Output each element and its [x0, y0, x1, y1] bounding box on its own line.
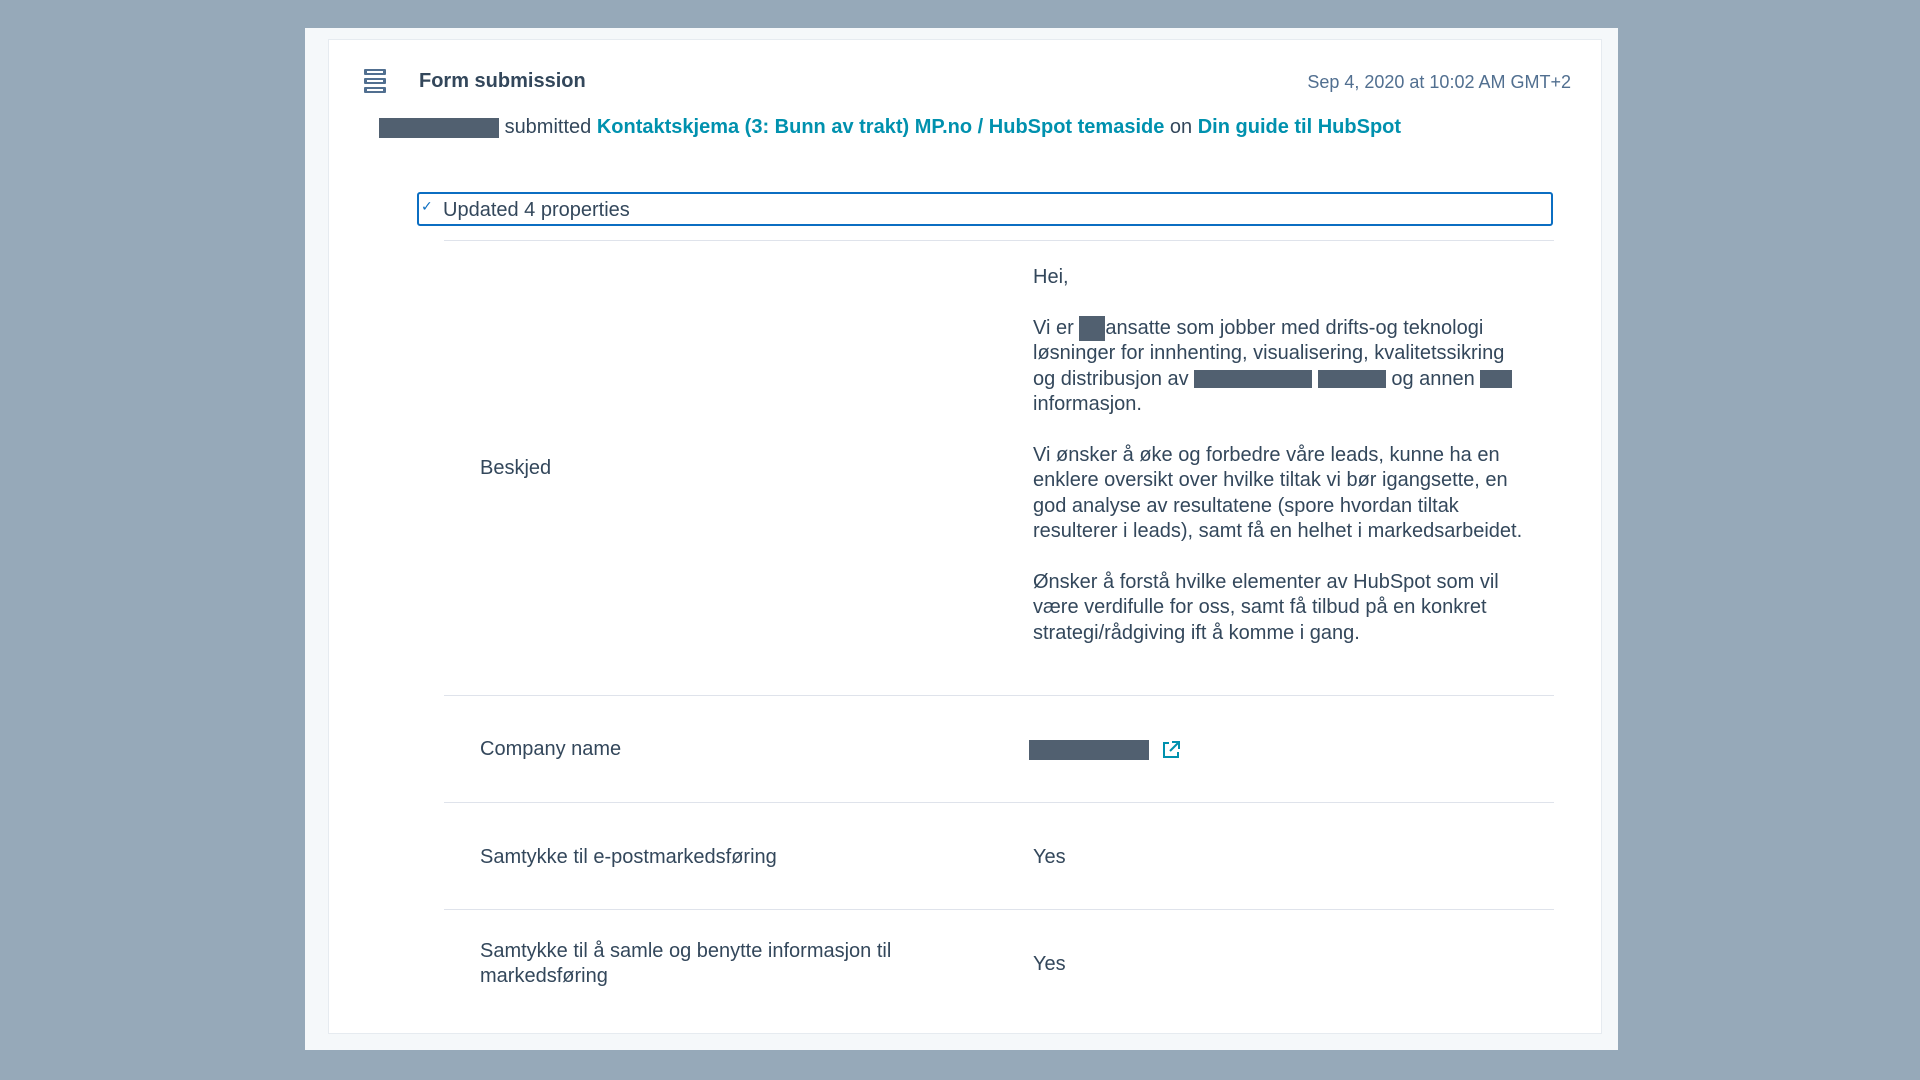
redacted-text: [1079, 315, 1106, 341]
redacted-contact-name: [379, 117, 499, 138]
redacted-company-name: [1029, 739, 1149, 760]
property-row-beskjed: Beskjed Hei, Vi er ansatte som jobber me…: [444, 240, 1554, 695]
message-paragraph: Vi ønsker å øke og forbedre våre leads, …: [1033, 443, 1523, 543]
property-value-message: Hei, Vi er ansatte som jobber med drifts…: [1033, 265, 1523, 646]
property-label: Samtykke til å samle og benytte informas…: [480, 940, 892, 987]
property-label: Beskjed: [480, 457, 552, 479]
redacted-text: [1317, 370, 1386, 389]
message-paragraph: Vi er ansatte som jobber med drifts-og t…: [1033, 315, 1523, 418]
on-text: on: [1169, 116, 1193, 138]
property-label: Company name: [480, 738, 622, 760]
property-value-company: [1029, 737, 1519, 763]
chevron-down-icon: ✓: [421, 198, 433, 214]
message-paragraph: Hei,: [1033, 266, 1069, 288]
submitted-text: submitted: [504, 116, 592, 138]
property-row-email-consent: Samtykke til e-postmarkedsføring Yes: [444, 802, 1554, 909]
property-label: Samtykke til e-postmarkedsføring: [480, 846, 777, 868]
activity-title: Form submission: [419, 70, 586, 92]
form-submission-card: Form submission Sep 4, 2020 at 10:02 AM …: [329, 40, 1601, 1033]
properties-list: Beskjed Hei, Vi er ansatte som jobber me…: [444, 240, 1554, 1009]
external-link-icon[interactable]: [1161, 740, 1181, 760]
form-link[interactable]: Kontaktskjema (3: Bunn av trakt) MP.no /…: [597, 116, 1165, 138]
submission-summary: submitted Kontaktskjema (3: Bunn av trak…: [379, 116, 1401, 139]
message-paragraph: Ønsker å forstå hvilke elementer av HubS…: [1033, 570, 1499, 644]
property-value: Yes: [1033, 953, 1066, 975]
updated-properties-toggle[interactable]: ✓ Updated 4 properties: [417, 192, 1553, 226]
redacted-text: [1480, 370, 1513, 389]
redacted-text: [1194, 370, 1313, 389]
updated-properties-label: Updated 4 properties: [443, 199, 630, 221]
activity-timestamp: Sep 4, 2020 at 10:02 AM GMT+2: [1307, 72, 1571, 92]
property-row-company-name: Company name: [444, 695, 1554, 802]
timeline-panel: Form submission Sep 4, 2020 at 10:02 AM …: [305, 28, 1618, 1050]
property-value: Yes: [1033, 846, 1066, 868]
property-row-data-consent: Samtykke til å samle og benytte informas…: [444, 909, 1554, 1009]
form-icon: [364, 69, 386, 93]
page-link[interactable]: Din guide til HubSpot: [1198, 116, 1401, 138]
